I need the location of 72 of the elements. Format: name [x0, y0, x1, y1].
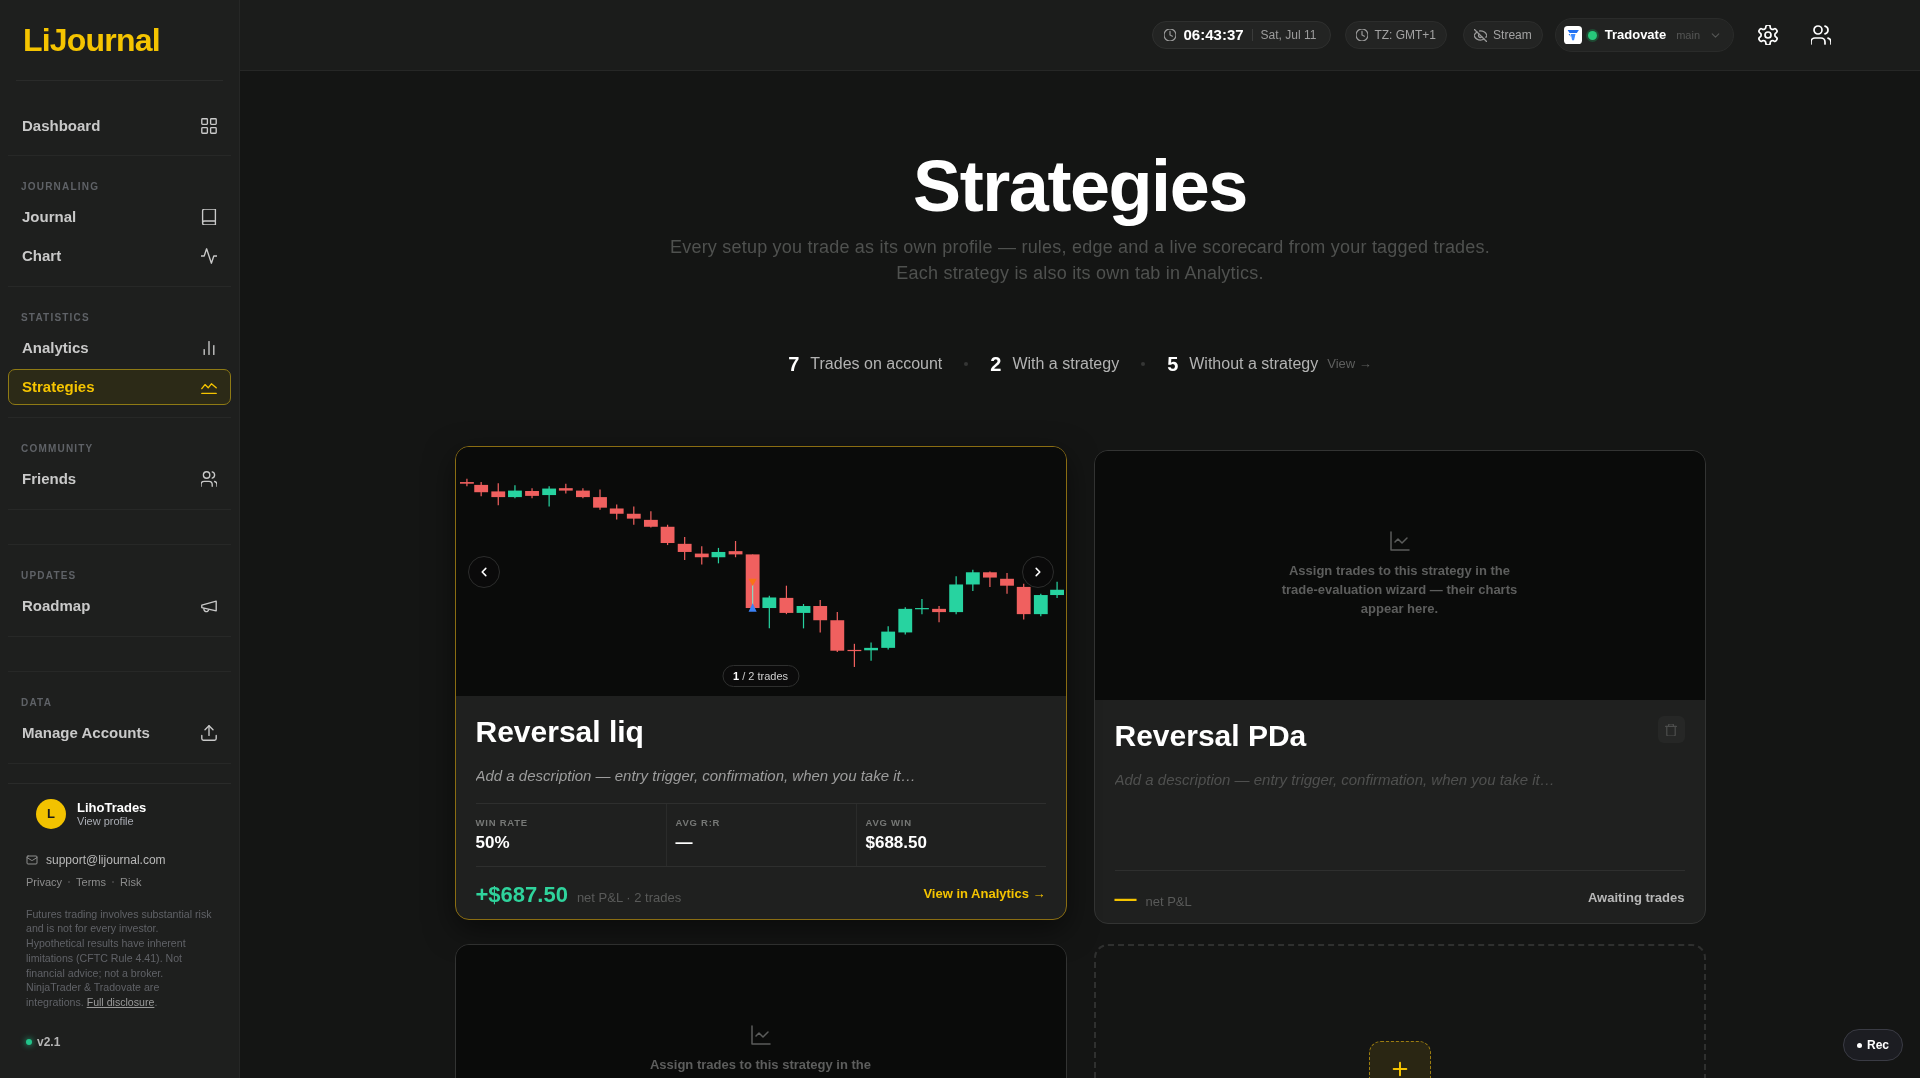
page-subtitle: Every setup you trade as its own profile — rules, edge and a live scorecard from your tagged trades. Each strategy is also its own tab in Analytics.	[669, 236, 1491, 285]
clock-icon	[1163, 29, 1176, 41]
stat-value: $688.50	[865, 833, 927, 853]
stat-value: —	[675, 833, 693, 853]
timezone-button[interactable]: TZ: GMT+1	[1345, 21, 1448, 49]
stat-value: 50%	[475, 833, 510, 853]
friends-button[interactable]	[1810, 24, 1832, 46]
users-icon	[201, 471, 217, 487]
nav-item[interactable]: Dashboard	[8, 108, 231, 144]
section-label: DATA	[21, 695, 53, 710]
grid-icon	[201, 118, 217, 134]
footer-link[interactable]: Privacy	[26, 874, 63, 891]
bar-chart-icon	[201, 340, 217, 356]
section-label: COMMUNITY	[21, 441, 94, 456]
trash-icon	[1665, 723, 1677, 736]
clock-date: Sat, Jul 11	[1260, 27, 1317, 44]
stat-label: Trades on account	[810, 354, 943, 374]
nav-item[interactable]: Chart	[8, 238, 231, 274]
description-field[interactable]: Add a description — entry trigger, confirmation, when you take it…	[475, 766, 1046, 786]
megaphone-icon	[201, 598, 217, 614]
record-button[interactable]: Rec	[1843, 1029, 1903, 1061]
nav-item[interactable]: Friends	[8, 461, 231, 497]
stat-label: Without a strategy	[1189, 354, 1319, 374]
strategy-title: Reversal liq	[475, 714, 644, 750]
footer-link[interactable]: Risk	[120, 874, 142, 891]
clock-icon	[1356, 29, 1369, 41]
pnl-caption: net P&L	[1145, 892, 1192, 911]
stat-number: 7	[788, 352, 800, 377]
empty-chart-message: Assign trades to this strategy in the trade-evaluation wizard — their charts appear here.	[1280, 562, 1519, 618]
nav-item[interactable]: Roadmap	[8, 588, 231, 624]
nav-item[interactable]: Strategies	[8, 369, 231, 405]
users-icon	[1811, 25, 1831, 45]
stat-number: 2	[990, 352, 1002, 377]
profile-link[interactable]: View profile	[77, 815, 134, 828]
status-label: Awaiting trades	[1587, 889, 1685, 908]
upload-icon	[201, 725, 217, 741]
pnl-value: —	[1114, 884, 1137, 913]
pnl-caption: net P&L · 2 trades	[576, 888, 682, 907]
stat-label: With a strategy	[1012, 354, 1120, 374]
line-chart-icon	[750, 1025, 771, 1045]
app-logo: LiJournal	[23, 24, 160, 56]
disclaimer-text: Futures trading involves substantial risk and is not for every investor. Hypothetical results have inherent limitations (CFTC Rule 4.41). Not financial advice; not a broker. NinjaTrader & Tradovate are integrations. Full disclosure.	[26, 906, 213, 1011]
plus-icon	[1390, 1060, 1409, 1078]
stat-label: WIN RATE	[475, 817, 528, 828]
clock-time: 06:43:37	[1183, 24, 1244, 45]
empty-chart-message: Assign trades to this strategy in the	[649, 1056, 871, 1074]
stat-number: 5	[1167, 352, 1179, 377]
nav-item[interactable]: Manage Accounts	[8, 715, 231, 751]
line-chart-icon	[1389, 531, 1410, 551]
book-icon	[201, 209, 217, 225]
footer-link[interactable]: Terms	[76, 874, 106, 891]
user-name: LihoTrades	[77, 800, 147, 815]
pnl-value: +$687.50	[475, 880, 568, 909]
nav-item[interactable]: Analytics	[8, 330, 231, 366]
section-label: STATISTICS	[21, 310, 90, 325]
stat-label: AVG R:R	[675, 817, 721, 828]
strategy-title: Reversal PDa	[1114, 718, 1307, 754]
version-label: v2.1	[37, 1034, 61, 1051]
email-link[interactable]: support@lijournal.com	[46, 851, 166, 869]
mail-icon	[26, 855, 38, 865]
section-label: UPDATES	[21, 568, 77, 583]
trade-counter: 1 / 2 trades	[722, 665, 799, 687]
broker-logo-icon	[1563, 26, 1582, 44]
analytics-link[interactable]: View in Analytics →	[923, 884, 1046, 904]
pulse-icon	[201, 248, 217, 264]
nav-item[interactable]: Journal	[8, 199, 231, 235]
section-label: JOURNALING	[21, 179, 100, 194]
stream-button[interactable]: Stream	[1463, 21, 1543, 49]
stat-label: AVG WIN	[865, 817, 912, 828]
settings-button[interactable]	[1757, 24, 1779, 46]
settings-icon	[1758, 25, 1778, 45]
avatar: L	[36, 799, 66, 829]
